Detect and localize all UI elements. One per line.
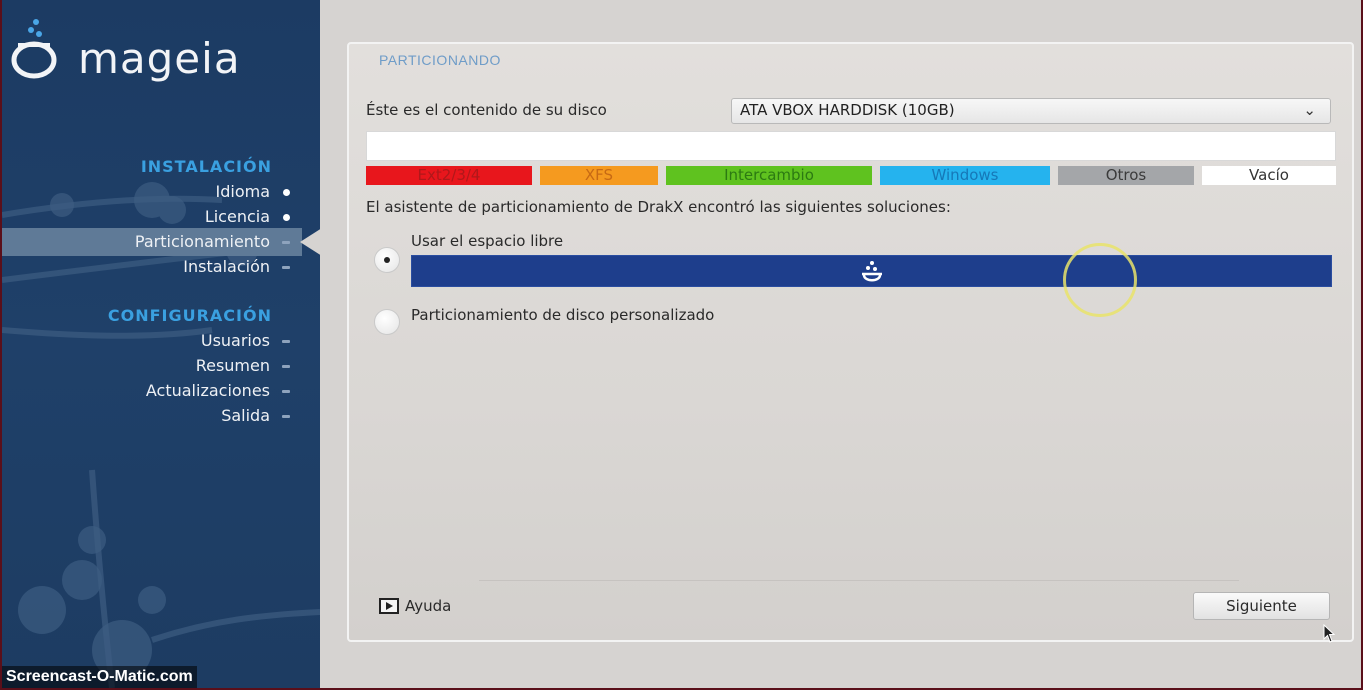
nav-item-label: Usuarios [200, 331, 270, 350]
nav-item-label: Instalación [183, 257, 270, 276]
cursor-highlight-ring [1063, 243, 1137, 317]
radio-selected-dot [384, 257, 390, 263]
next-button[interactable]: Siguiente [1193, 592, 1330, 620]
nav-item-licencia[interactable]: Licencia [204, 207, 290, 226]
mageia-cauldron-icon [862, 261, 882, 282]
decorative-branch [2, 182, 320, 688]
option-free-space-label[interactable]: Usar el espacio libre [411, 232, 563, 250]
nav-item-label: Actualizaciones [145, 381, 270, 400]
nav-item-idioma[interactable]: Idioma [215, 182, 290, 201]
nav-item-actualizaciones[interactable]: Actualizaciones [145, 381, 290, 400]
mageia-logo: mageia [10, 12, 310, 83]
free-space-bar[interactable] [411, 255, 1332, 287]
section-title-config: CONFIGURACIÓN [107, 306, 272, 325]
installer-window: mageia INSTALACIÓN Idioma Licencia Parti… [2, 0, 1361, 688]
screencast-watermark: Screencast-O-Matic.com [2, 666, 197, 688]
nav-item-instalacion[interactable]: Instalación [183, 257, 290, 276]
pending-dash-icon [282, 266, 290, 269]
partitioning-panel: PARTICIONANDO Éste es el contenido de su… [347, 42, 1354, 643]
nav-item-usuarios[interactable]: Usuarios [200, 331, 290, 350]
legend-swap: Intercambio [666, 166, 872, 185]
chevron-down-icon: ⌄ [1303, 101, 1316, 119]
legend-windows: Windows [880, 166, 1050, 185]
nav-item-label: Salida [221, 406, 270, 425]
help-button[interactable]: Ayuda [379, 597, 451, 615]
nav-item-label: Licencia [204, 207, 270, 226]
footer-divider [479, 580, 1239, 581]
pending-dash-icon [282, 340, 290, 343]
play-icon [379, 598, 399, 614]
nav-item-label: Particionamiento [134, 232, 270, 251]
disk-select-value: ATA VBOX HARDDISK (10GB) [740, 101, 955, 119]
done-dot-icon [283, 189, 290, 196]
done-dot-icon [283, 214, 290, 221]
sidebar: mageia INSTALACIÓN Idioma Licencia Parti… [2, 0, 320, 688]
disk-label: Éste es el contenido de su disco [366, 101, 607, 119]
radio-custom-partitioning[interactable] [374, 309, 400, 335]
active-nav-notch [300, 228, 320, 256]
nav-item-particionamiento[interactable]: Particionamiento [134, 232, 290, 251]
pending-dash-icon [282, 390, 290, 393]
mouse-pointer-icon [1323, 624, 1336, 643]
legend-other: Otros [1058, 166, 1194, 185]
help-label: Ayuda [405, 597, 452, 615]
pending-dash-icon [282, 365, 290, 368]
radio-free-space[interactable] [374, 247, 400, 273]
solutions-description: El asistente de particionamiento de Drak… [366, 198, 951, 216]
nav-item-salida[interactable]: Salida [221, 406, 290, 425]
disk-usage-bar [366, 131, 1336, 161]
legend-empty: Vacío [1202, 166, 1336, 185]
option-custom-partitioning-label[interactable]: Particionamiento de disco personalizado [411, 306, 714, 324]
legend-ext: Ext2/3/4 [366, 166, 532, 185]
nav-item-label: Idioma [215, 182, 271, 201]
mageia-cauldron-icon [11, 19, 57, 79]
section-title-install: INSTALACIÓN [140, 157, 272, 176]
page-title: PARTICIONANDO [379, 52, 501, 68]
disk-select[interactable]: ATA VBOX HARDDISK (10GB) ⌄ [731, 98, 1331, 124]
logo-text: mageia [78, 34, 241, 83]
pending-dash-icon [282, 241, 290, 244]
nav-item-label: Resumen [195, 356, 270, 375]
legend-xfs: XFS [540, 166, 658, 185]
pending-dash-icon [282, 415, 290, 418]
nav-item-resumen[interactable]: Resumen [195, 356, 290, 375]
